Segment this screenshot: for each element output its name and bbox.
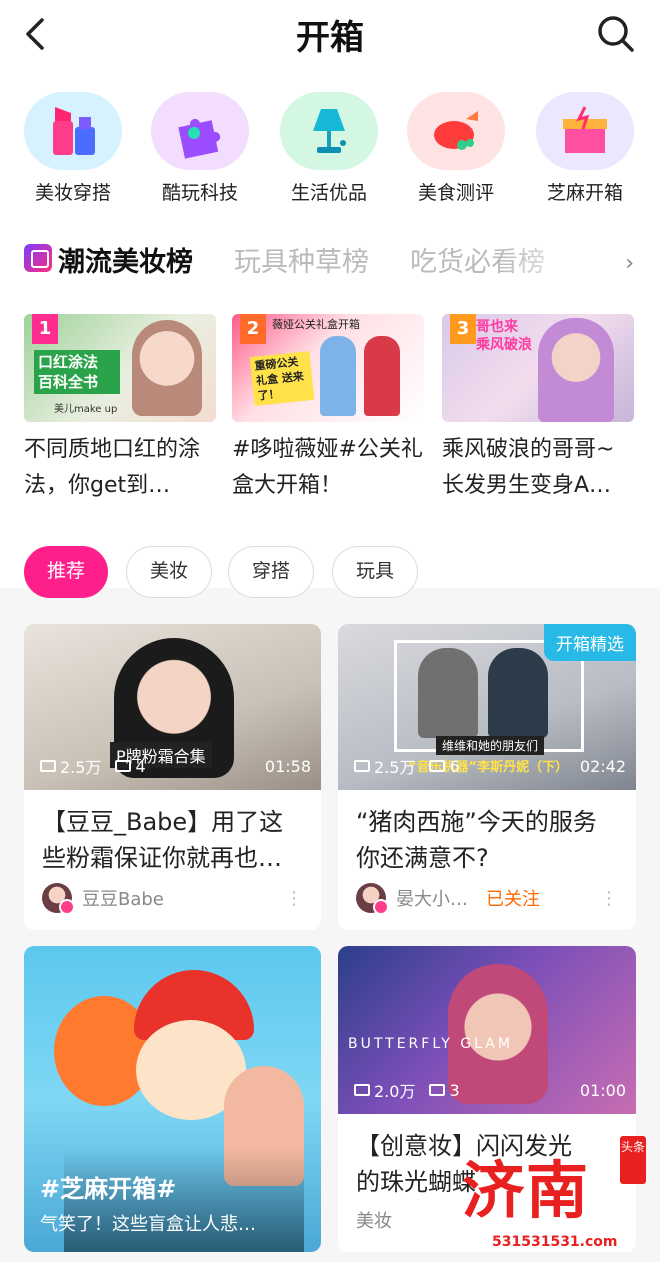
watermark-url: 531531531.com	[492, 1234, 618, 1250]
view-count: 2.5万	[374, 758, 416, 777]
featured-badge: 开箱精选	[544, 624, 636, 661]
filter-chips: 推荐 美妆 穿搭 玩具	[0, 546, 660, 598]
followed-status[interactable]: 已关注	[486, 885, 540, 911]
video-thumbnail: P牌粉霜合集 2.5万 4 01:58	[24, 624, 321, 790]
rank-number: 3	[450, 314, 476, 344]
thumbnail-subcaption: 重磅公关礼盒 送来了！	[249, 350, 315, 407]
comment-icon	[115, 760, 132, 772]
video-overlay-text: 维维和她的朋友们	[436, 736, 545, 755]
rank-number: 2	[240, 314, 266, 344]
puzzle-icon	[178, 118, 221, 159]
person-image	[488, 648, 548, 738]
thumbnail-subcaption: 美儿make up	[54, 404, 118, 415]
video-meta: 2.5万 6 02:42	[354, 754, 626, 778]
tab-makeup-ranking[interactable]: 潮流美妆榜	[58, 240, 193, 279]
category-label: 美食测评	[417, 182, 494, 204]
category-row: 美妆穿搭 酷玩科技 生活优品 美食测评 芝麻开箱	[0, 92, 660, 212]
category-tag[interactable]: 美妆	[356, 1207, 392, 1233]
category-makeup[interactable]: 美妆穿搭	[18, 92, 128, 205]
thumbnail-caption: 哥也来 乘风破浪	[476, 319, 532, 353]
ranking-badge-icon	[24, 244, 52, 272]
video-thumbnail: 维维和她的朋友们 “音乐机器”李斯丹妮（下） 开箱精选 2.5万 6 02:42	[338, 624, 636, 790]
watermark-logo: 济南	[462, 1154, 591, 1227]
thumbnail-caption: 薇娅公关礼盒开箱	[272, 318, 360, 331]
ranking-thumbnail: 3 哥也来 乘风破浪	[442, 314, 634, 422]
rank-number: 1	[32, 314, 58, 344]
video-duration: 01:00	[579, 1080, 626, 1100]
ranking-thumbnail: 1 口红涂法 百科全书 美儿make up	[24, 314, 216, 422]
author-name[interactable]: 晏大小…	[396, 885, 468, 911]
category-food[interactable]: 美食测评	[401, 92, 511, 205]
filter-toys[interactable]: 玩具	[332, 546, 418, 598]
comment-icon	[429, 1084, 446, 1096]
avatar[interactable]	[356, 883, 389, 915]
gift-box-icon	[563, 106, 607, 153]
comment-icon	[429, 760, 446, 772]
ranking-title: #哆啦薇娅#公关礼盒大开箱！	[232, 437, 423, 498]
category-life[interactable]: 生活优品	[274, 92, 384, 205]
play-icon	[40, 760, 56, 772]
watermark: 济南 头条 531531531.com	[452, 1132, 652, 1252]
person-image	[364, 336, 400, 416]
person-image	[538, 318, 614, 422]
person-image	[418, 648, 478, 738]
video-title: “猪肉西施”今天的服务你还满意不?	[356, 808, 597, 872]
category-sesame[interactable]: 芝麻开箱	[530, 92, 640, 205]
category-tech[interactable]: 酷玩科技	[145, 92, 255, 205]
video-thumbnail: BUTTERFLY GLAM 2.0万 3 01:00	[338, 946, 636, 1114]
watermark-seal: 头条	[620, 1136, 646, 1184]
video-title: 【豆豆_Babe】用了这些粉霜保证你就再也…	[42, 808, 284, 872]
ranking-thumbnail: 2 薇娅公关礼盒开箱 重磅公关礼盒 送来了！	[232, 314, 424, 422]
play-icon	[354, 1084, 370, 1096]
video-card[interactable]: 维维和她的朋友们 “音乐机器”李斯丹妮（下） 开箱精选 2.5万 6 02:42…	[338, 624, 636, 930]
comment-count: 3	[449, 1080, 460, 1100]
person-image	[320, 336, 356, 416]
category-label: 酷玩科技	[161, 182, 238, 204]
chevron-right-icon[interactable]: ›	[625, 251, 634, 276]
filter-outfit[interactable]: 穿搭	[228, 546, 314, 598]
card-footer: 豆豆Babe ⋮	[42, 880, 303, 916]
page-title: 开箱	[296, 18, 364, 58]
ranking-title: 不同质地口红的涂法，你get到…	[24, 437, 201, 498]
category-label: 芝麻开箱	[546, 182, 623, 204]
avatar[interactable]	[42, 883, 75, 915]
category-label: 生活优品	[290, 182, 367, 204]
thumbnail-caption: 口红涂法 百科全书	[34, 350, 120, 394]
more-icon[interactable]: ⋮	[285, 888, 303, 909]
card-footer: 晏大小… 已关注 ⋮	[356, 880, 618, 916]
view-count: 2.0万	[374, 1082, 416, 1101]
roast-chicken-icon	[434, 111, 478, 150]
top-bar: 开箱	[0, 0, 660, 68]
comment-count: 6	[449, 756, 460, 776]
ranking-cards: 1 口红涂法 百科全书 美儿make up 不同质地口红的涂法，你get到… 2…	[0, 314, 660, 514]
ranking-card[interactable]: 3 哥也来 乘风破浪 乘风破浪的哥哥~长发男生变身A…	[442, 314, 634, 504]
play-icon	[354, 760, 370, 772]
video-duration: 02:42	[579, 756, 626, 776]
video-meta: 2.0万 3 01:00	[354, 1078, 626, 1102]
filter-makeup[interactable]: 美妆	[126, 546, 212, 598]
search-icon[interactable]	[596, 14, 636, 54]
tab-toy-ranking[interactable]: 玩具种草榜	[234, 240, 369, 279]
lipstick-icon	[53, 107, 95, 155]
filter-recommend[interactable]: 推荐	[24, 546, 108, 598]
video-meta: 2.5万 4 01:58	[40, 754, 311, 778]
video-overlay-text: BUTTERFLY GLAM	[348, 1036, 513, 1052]
lamp-icon	[313, 109, 346, 153]
video-card[interactable]: #芝麻开箱# 气笑了！这些盲盒让人悲…	[24, 946, 321, 1252]
tab-fade	[500, 238, 600, 286]
ranking-card[interactable]: 2 薇娅公关礼盒开箱 重磅公关礼盒 送来了！ #哆啦薇娅#公关礼盒大开箱！	[232, 314, 424, 504]
view-count: 2.5万	[60, 758, 102, 777]
video-duration: 01:58	[264, 756, 311, 776]
video-overlay-subtitle: 气笑了！这些盲盒让人悲…	[40, 1214, 256, 1235]
author-name[interactable]: 豆豆Babe	[82, 885, 164, 911]
ranking-title: 乘风破浪的哥哥~长发男生变身A…	[442, 437, 615, 498]
video-card[interactable]: P牌粉霜合集 2.5万 4 01:58 【豆豆_Babe】用了这些粉霜保证你就再…	[24, 624, 321, 930]
person-image	[132, 320, 202, 416]
top-section: 美妆穿搭 酷玩科技 生活优品 美食测评 芝麻开箱 潮流美妆榜 玩具种草榜 吃货必…	[0, 68, 660, 598]
more-icon[interactable]: ⋮	[600, 888, 618, 909]
video-overlay-title: #芝麻开箱#	[40, 1175, 177, 1203]
ranking-card[interactable]: 1 口红涂法 百科全书 美儿make up 不同质地口红的涂法，你get到…	[24, 314, 216, 504]
comment-count: 4	[135, 756, 146, 776]
category-label: 美妆穿搭	[34, 182, 111, 204]
